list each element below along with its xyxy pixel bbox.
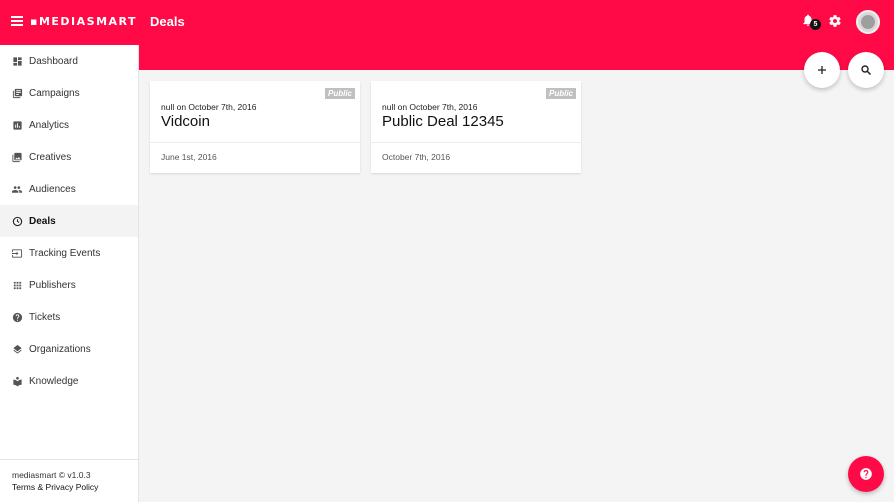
avatar[interactable]: [856, 10, 880, 34]
sidebar-item-creatives[interactable]: Creatives: [0, 141, 138, 173]
sidebar-item-deals[interactable]: Deals: [0, 205, 138, 237]
sidebar-divider: [0, 459, 138, 460]
deal-meta: null on October 7th, 2016: [382, 102, 478, 112]
sidebar-item-tickets[interactable]: Tickets: [0, 301, 138, 333]
audiences-icon: [11, 183, 23, 195]
sidebar-item-label: Dashboard: [29, 55, 78, 67]
sidebar-item-label: Organizations: [29, 343, 91, 355]
page-title: Deals: [150, 14, 185, 29]
gear-icon[interactable]: [828, 14, 844, 30]
sidebar-item-knowledge[interactable]: Knowledge: [0, 365, 138, 397]
help-button[interactable]: [848, 456, 884, 492]
search-button[interactable]: [848, 52, 884, 88]
analytics-icon: [11, 119, 23, 131]
deal-card[interactable]: Public null on October 7th, 2016 Public …: [371, 81, 581, 173]
sidebar-item-label: Creatives: [29, 151, 72, 163]
sidebar-item-label: Publishers: [29, 279, 76, 291]
sidebar-item-dashboard[interactable]: Dashboard: [0, 45, 138, 77]
sidebar-item-tracking-events[interactable]: Tracking Events: [0, 237, 138, 269]
dashboard-icon: [11, 55, 23, 67]
help-icon: [860, 468, 872, 480]
sidebar-item-analytics[interactable]: Analytics: [0, 109, 138, 141]
top-bar: ▪MEDIASMART Deals 5: [0, 0, 894, 45]
search-icon: [861, 65, 872, 76]
deal-title: Vidcoin: [161, 113, 210, 130]
sidebar-item-label: Tracking Events: [29, 247, 101, 259]
deal-card[interactable]: Public null on October 7th, 2016 Vidcoin…: [150, 81, 360, 173]
sidebar-item-audiences[interactable]: Audiences: [0, 173, 138, 205]
grid-icon: [11, 279, 23, 291]
sidebar-item-label: Campaigns: [29, 87, 80, 99]
card-divider: [371, 142, 581, 143]
layers-icon: [11, 343, 23, 355]
sidebar-item-label: Deals: [29, 215, 56, 227]
version-text: mediasmart © v1.0.3: [12, 470, 91, 480]
add-icon: [818, 66, 826, 74]
tracking-icon: [11, 247, 23, 259]
help-circle-icon: [11, 311, 23, 323]
bell-icon[interactable]: 5: [801, 13, 821, 31]
card-divider: [150, 142, 360, 143]
sidebar-item-organizations[interactable]: Organizations: [0, 333, 138, 365]
knowledge-icon: [11, 375, 23, 387]
sidebar-item-label: Tickets: [29, 311, 61, 323]
deal-meta: null on October 7th, 2016: [161, 102, 257, 112]
logo: ▪MEDIASMART: [30, 15, 138, 28]
sidebar-item-publishers[interactable]: Publishers: [0, 269, 138, 301]
sidebar-item-campaigns[interactable]: Campaigns: [0, 77, 138, 109]
sidebar: Dashboard Campaigns Analytics Creatives …: [0, 45, 139, 502]
deal-title: Public Deal 12345: [382, 113, 504, 130]
sidebar-item-label: Audiences: [29, 183, 76, 195]
add-button[interactable]: [804, 52, 840, 88]
deal-date: June 1st, 2016: [161, 152, 217, 162]
campaigns-icon: [11, 87, 23, 99]
public-badge: Public: [324, 88, 355, 99]
menu-icon[interactable]: [11, 16, 23, 28]
header-band: [139, 45, 894, 70]
public-badge: Public: [545, 88, 576, 99]
sidebar-item-label: Analytics: [29, 119, 70, 131]
sidebar-item-label: Knowledge: [29, 375, 79, 387]
deal-date: October 7th, 2016: [382, 152, 451, 162]
notification-badge: 5: [810, 19, 821, 30]
creatives-icon: [11, 151, 23, 163]
clock-icon: [11, 215, 23, 227]
terms-privacy-link[interactable]: Terms & Privacy Policy: [12, 482, 98, 492]
